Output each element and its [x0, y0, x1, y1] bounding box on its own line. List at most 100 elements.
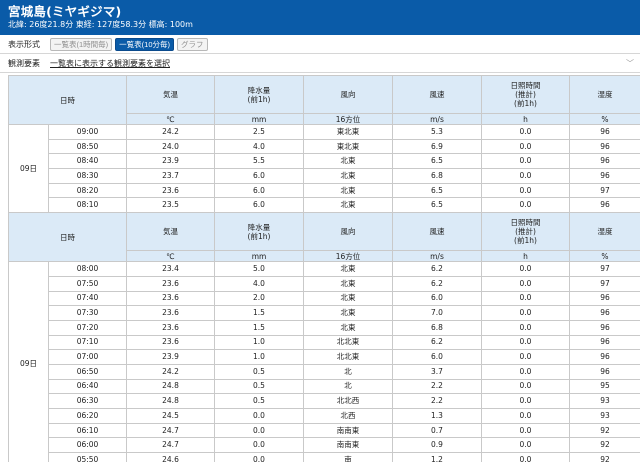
table-row: 06:00 24.7 0.0 南南東 0.9 0.0 92: [9, 437, 640, 454]
table-header-row: 日時 気温 降水量 (前1h) 風向 風速 日照時間 (推計) (前1h) 湿度: [8, 75, 640, 125]
unit-wind-direction: 16方位: [303, 250, 393, 263]
humidity-cell: 96: [569, 138, 640, 155]
humidity-cell: 97: [569, 275, 640, 292]
time-cell: 09:00: [48, 124, 127, 140]
humidity-cell: 92: [569, 437, 640, 454]
precipitation-cell: 0.5: [214, 393, 304, 409]
header-line: (前1h): [247, 231, 271, 241]
wind-speed-cell: 6.2: [392, 261, 482, 277]
wind-direction-cell: 北東: [303, 305, 393, 321]
observation-table-container: 日時 気温 降水量 (前1h) 風向 風速 日照時間 (推計) (前1h) 湿度 ℃ mm 16方位 m/…: [8, 75, 640, 462]
wind-direction-cell: 北東: [303, 290, 393, 307]
unit-precipitation: mm: [214, 113, 304, 125]
wind-direction-cell: 南: [303, 452, 393, 462]
temperature-cell: 23.6: [126, 275, 215, 292]
sunshine-cell: 0.0: [481, 378, 570, 395]
unit-precipitation: mm: [214, 250, 304, 263]
humidity-cell: 96: [569, 168, 640, 184]
humidity-cell: 96: [569, 124, 640, 140]
time-cell: 08:50: [48, 138, 127, 155]
temperature-cell: 24.7: [126, 437, 215, 454]
header-line: (前1h): [514, 99, 537, 108]
wind-speed-cell: 0.7: [392, 422, 482, 439]
temperature-cell: 23.6: [126, 334, 215, 351]
time-cell: 06:00: [48, 437, 127, 454]
wind-speed-cell: 2.2: [392, 378, 482, 395]
wind-direction-cell: 北東: [303, 261, 393, 277]
table-row: 07:30 23.6 1.5 北東 7.0 0.0 96: [9, 305, 640, 321]
element-select[interactable]: 一覧表に表示する観測要素を選択 ﹀: [50, 58, 640, 69]
header-line: 降水量: [247, 222, 271, 232]
station-header: 宮城島(ミヤギジマ) 北緯: 26度21.8分 東経: 127度58.3分 標高…: [0, 0, 640, 35]
station-name: 宮城島(ミヤギジマ): [8, 4, 122, 19]
header-line: 日照時間: [510, 81, 541, 90]
temperature-cell: 23.5: [126, 197, 215, 214]
element-select-text[interactable]: 一覧表に表示する観測要素を選択: [50, 58, 170, 69]
time-cell: 08:40: [48, 153, 127, 170]
precipitation-cell: 5.5: [214, 153, 304, 170]
header-line: (推計): [515, 227, 536, 237]
ten-minute-list-button[interactable]: 一覧表(10分毎): [115, 37, 175, 51]
wind-direction-cell: 東北東: [303, 138, 393, 155]
precipitation-cell: 0.0: [214, 422, 304, 439]
humidity-cell: 93: [569, 408, 640, 424]
time-cell: 07:40: [48, 290, 127, 307]
table-row: 06:50 24.2 0.5 北 3.7 0.0 96: [9, 363, 640, 380]
wind-speed-cell: 1.2: [392, 452, 482, 462]
precipitation-cell: 4.0: [214, 275, 304, 292]
humidity-cell: 96: [569, 153, 640, 170]
header-temperature: 気温: [126, 75, 215, 114]
temperature-cell: 24.5: [126, 408, 215, 424]
precipitation-cell: 0.5: [214, 363, 304, 380]
wind-direction-cell: 北東: [303, 319, 393, 336]
table-row: 07:40 23.6 2.0 北東 6.0 0.0 96: [9, 290, 640, 307]
wind-speed-cell: 2.2: [392, 393, 482, 409]
hourly-list-button[interactable]: 一覧表(1時間毎): [50, 37, 113, 51]
header-line: 降水量: [247, 85, 271, 95]
temperature-cell: 24.7: [126, 422, 215, 439]
graph-button[interactable]: グラフ: [177, 37, 208, 51]
precipitation-cell: 0.0: [214, 437, 304, 454]
unit-temperature: ℃: [126, 250, 215, 263]
humidity-cell: 96: [569, 319, 640, 336]
sunshine-cell: 0.0: [481, 153, 570, 170]
table-row: 07:10 23.6 1.0 北北東 6.2 0.0 96: [9, 334, 640, 351]
time-cell: 06:30: [48, 393, 127, 409]
wind-speed-cell: 6.0: [392, 290, 482, 307]
element-select-row: 観測要素 一覧表に表示する観測要素を選択 ﹀: [0, 54, 640, 73]
precipitation-cell: 0.0: [214, 452, 304, 462]
unit-humidity: %: [569, 113, 640, 125]
chevron-down-icon[interactable]: ﹀: [626, 58, 634, 69]
precipitation-cell: 2.0: [214, 290, 304, 307]
humidity-cell: 93: [569, 393, 640, 409]
wind-direction-cell: 南南東: [303, 422, 393, 439]
wind-direction-cell: 北: [303, 363, 393, 380]
sunshine-cell: 0.0: [481, 408, 570, 424]
precipitation-cell: 6.0: [214, 168, 304, 184]
header-datetime: 日時: [8, 75, 127, 125]
table-row: 06:10 24.7 0.0 南南東 0.7 0.0 92: [9, 422, 640, 439]
unit-sunshine: h: [481, 113, 570, 125]
sunshine-cell: 0.0: [481, 261, 570, 277]
wind-speed-cell: 6.0: [392, 349, 482, 365]
temperature-cell: 24.6: [126, 452, 215, 462]
unit-wind-speed: m/s: [392, 113, 482, 125]
unit-temperature: ℃: [126, 113, 215, 125]
wind-speed-cell: 7.0: [392, 305, 482, 321]
header-temperature: 気温: [126, 212, 215, 252]
table-row: 08:20 23.6 6.0 北東 6.5 0.0 97: [9, 182, 640, 199]
wind-speed-cell: 5.3: [392, 124, 482, 140]
time-cell: 08:00: [48, 261, 127, 277]
humidity-cell: 97: [569, 261, 640, 277]
time-cell: 06:20: [48, 408, 127, 424]
temperature-cell: 23.7: [126, 168, 215, 184]
header-wind-direction: 風向: [303, 75, 393, 114]
table-row: 09日 09:00 24.2 2.5 東北東 5.3 0.0 96: [8, 123, 640, 214]
table-row: 06:30 24.8 0.5 北北西 2.2 0.0 93: [9, 393, 640, 409]
sunshine-cell: 0.0: [481, 124, 570, 140]
sunshine-cell: 0.0: [481, 452, 570, 462]
temperature-cell: 24.2: [126, 124, 215, 140]
header-sunshine: 日照時間 (推計) (前1h): [481, 212, 570, 252]
humidity-cell: 95: [569, 378, 640, 395]
header-precipitation: 降水量 (前1h): [214, 75, 304, 114]
